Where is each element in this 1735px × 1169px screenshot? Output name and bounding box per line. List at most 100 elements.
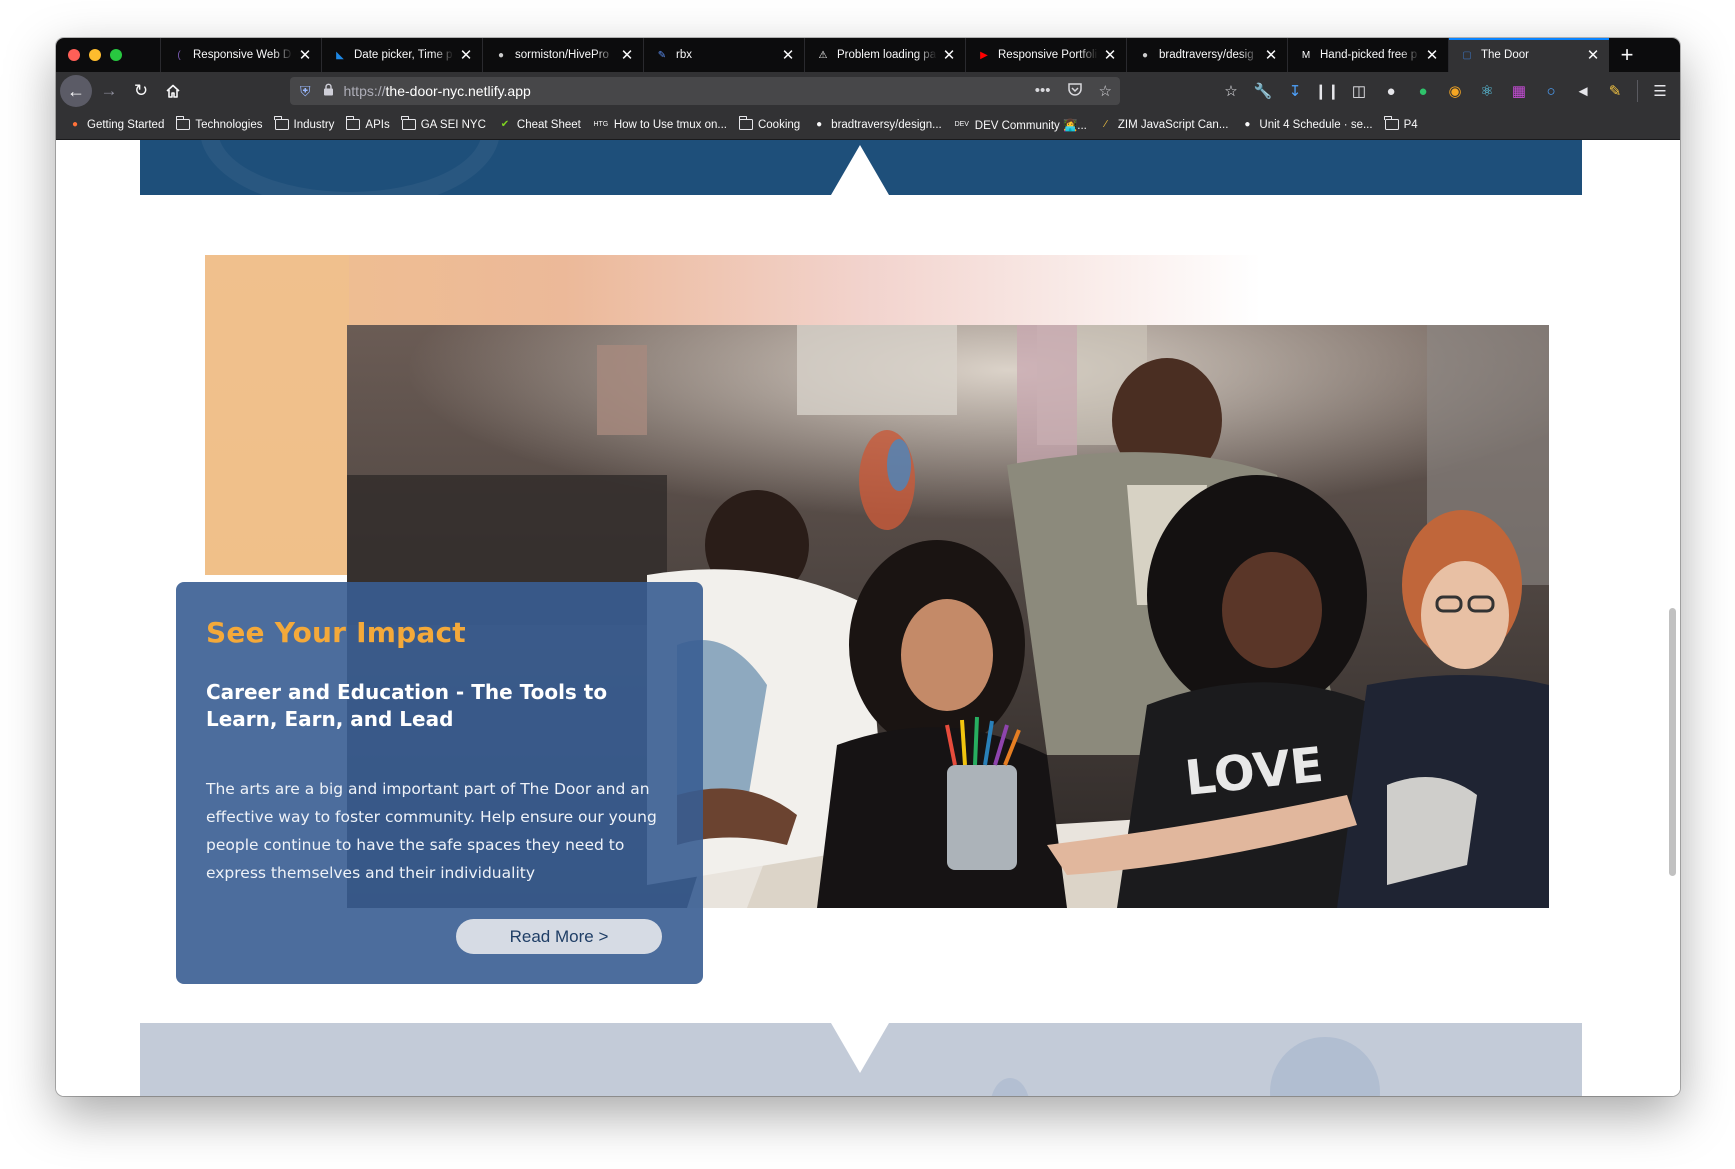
card-subtitle: Career and Education - The Tools to Lear… [206,680,608,731]
close-tab-icon[interactable]: ✕ [780,48,796,63]
reload-button[interactable]: ↻ [126,76,156,106]
card-title: See Your Impact [206,616,466,649]
screen: (Responsive Web D ✕ ◣ Date picker, Time p ✕ ●… [0,0,1735,1169]
url-protocol: https:// [343,83,386,99]
maximize-window-button[interactable] [110,49,122,61]
zim-icon: ∕ [1105,119,1107,130]
extension-circle-icon[interactable]: ○ [1541,81,1561,101]
extension-fish-icon[interactable]: ◄ [1573,81,1593,101]
bookmark-label: Getting Started [87,118,165,131]
read-more-button[interactable]: Read More > [456,919,662,954]
tab-title: Responsive Web D [193,49,292,61]
tab-2[interactable]: ● sormiston/HivePro ✕ [482,38,643,72]
tab-3[interactable]: ✎ rbx ✕ [643,38,804,72]
bookmark-item[interactable]: GA SEI NYC [401,116,486,131]
reload-icon: ↻ [133,81,149,100]
top-section-band [140,140,1582,195]
close-tab-icon[interactable]: ✕ [458,48,474,63]
scrollbar-thumb[interactable] [1669,608,1676,876]
bookmark-label: Unit 4 Schedule · se... [1259,118,1373,131]
new-tab-button[interactable]: + [1609,38,1645,72]
toolbar-separator [1637,80,1638,102]
rbx-icon: ✎ [657,49,667,61]
bookmark-label: Cheat Sheet [516,118,581,131]
bookmark-label: ZIM JavaScript Can... [1117,118,1229,131]
bookmark-label: Technologies [195,118,263,131]
hamburger-menu-icon[interactable]: ☰ [1650,81,1670,101]
library-icon[interactable]: ❙❙ [1314,81,1339,101]
warning-icon: ⚠ [818,49,828,61]
extension-green-icon[interactable]: ● [1413,81,1433,101]
tab-5[interactable]: ▶ Responsive Portfoli ✕ [965,38,1126,72]
bookmark-item[interactable]: ● Unit 4 Schedule · se... [1240,119,1372,131]
close-tab-icon[interactable]: ✕ [619,48,635,63]
close-window-button[interactable] [68,49,80,61]
reader-star-icon[interactable]: ☆ [1221,81,1241,101]
bookmark-item[interactable]: APIs [346,116,390,131]
extension-brush-icon[interactable]: ✎ [1605,81,1625,101]
react-devtools-icon[interactable]: ⚛ [1477,81,1497,101]
bookmark-label: Industry [293,118,335,131]
bookmark-item[interactable]: HTG How to Use tmux on... [593,119,727,131]
minimize-window-button[interactable] [89,49,101,61]
tab-7[interactable]: M Hand-picked free p ✕ [1287,38,1448,72]
bookmark-item[interactable]: DEV DEV Community 👩‍💻... [954,118,1087,132]
wrench-icon[interactable]: 🔧 [1253,81,1273,101]
close-tab-icon[interactable]: ✕ [1585,48,1601,63]
decorative-shape-small [990,1078,1030,1096]
download-icon[interactable]: ↧ [1285,81,1305,101]
tab-6[interactable]: ● bradtraversy/desig ✕ [1126,38,1287,72]
extension-owl-icon[interactable]: ◉ [1445,81,1465,101]
close-tab-icon[interactable]: ✕ [1424,48,1440,63]
bookmark-item[interactable]: Cooking [738,116,800,131]
navigation-toolbar: ← → ↻ ⛨ https://the-door-nyc.netlify.app… [56,72,1680,110]
close-tab-icon[interactable]: ✕ [941,48,957,63]
bookmark-label: DEV Community 👩‍💻... [974,119,1087,132]
leaf-icon: ✔ [500,119,510,130]
tracking-shield-icon[interactable]: ⛨ [300,83,311,100]
bookmarks-toolbar: ● Getting Started Technologies Industry APIs… [56,110,1680,140]
account-icon[interactable]: ● [1381,81,1401,101]
bookmark-item[interactable]: ✔ Cheat Sheet [498,119,581,131]
bookmark-label: bradtraversy/design... [831,118,942,131]
arrow-left-icon: ← [67,80,85,101]
github-icon: ● [816,119,823,130]
back-button[interactable]: ← [60,75,92,107]
folder-icon [346,116,361,131]
folder-icon [176,116,191,131]
extension-grid-icon[interactable]: ▦ [1509,81,1529,101]
home-button[interactable] [158,76,188,106]
tab-0[interactable]: (Responsive Web D ✕ [160,38,321,72]
m-icon: M [1301,49,1311,61]
window-controls [56,38,160,72]
bookmark-item[interactable]: ∕ ZIM JavaScript Can... [1099,118,1229,131]
bookmark-star-icon[interactable]: ☆ [1099,82,1112,101]
bookmark-item[interactable]: ● bradtraversy/design... [812,119,942,131]
lock-icon[interactable] [323,83,334,99]
pocket-icon[interactable] [1067,82,1083,101]
forward-button[interactable]: → [94,76,124,106]
close-tab-icon[interactable]: ✕ [297,48,313,63]
tab-title: bradtraversy/desig [1159,49,1254,61]
tab-4[interactable]: ⚠ Problem loading pa ✕ [804,38,965,72]
section-notch [831,1023,889,1073]
close-tab-icon[interactable]: ✕ [1102,48,1118,63]
tab-title: Responsive Portfoli [998,49,1098,61]
bookmark-item[interactable]: Industry [274,116,335,131]
close-tab-icon[interactable]: ✕ [1263,48,1279,63]
tab-1[interactable]: ◣ Date picker, Time p ✕ [321,38,482,72]
folder-icon [274,116,289,131]
bookmark-label: How to Use tmux on... [613,118,727,131]
bookmark-item[interactable]: ● Getting Started [68,119,164,131]
page-actions-icon[interactable]: ••• [1035,82,1051,101]
tab-title: Problem loading pa [837,49,937,61]
bookmark-item[interactable]: Technologies [176,116,263,131]
htg-icon: HTG [593,121,609,128]
tab-8[interactable]: ▢ The Door ✕ [1448,38,1609,72]
sidebar-icon[interactable]: ◫ [1349,81,1369,101]
dev-icon: DEV [954,121,969,128]
address-bar[interactable]: ⛨ https://the-door-nyc.netlify.app ••• ☆ [290,77,1120,105]
url-actions: ••• ☆ [1035,82,1112,101]
bookmark-item[interactable]: P4 [1384,116,1418,131]
home-icon [166,84,180,98]
